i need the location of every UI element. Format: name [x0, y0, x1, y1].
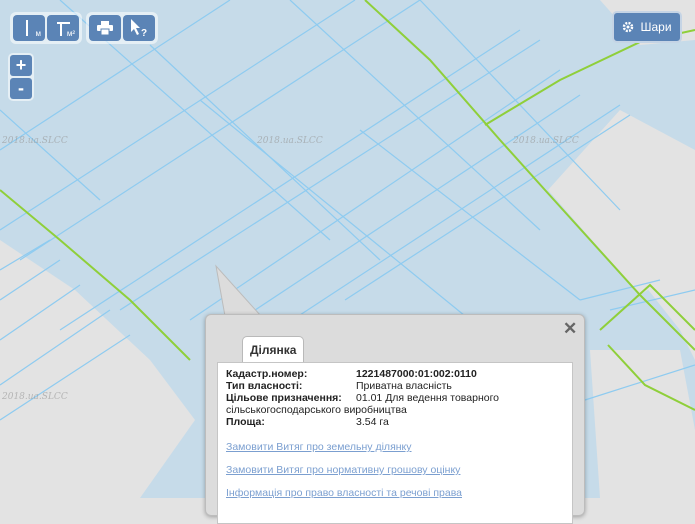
watermark: 2018.ua.SLCC — [257, 136, 323, 146]
cadastral-number: 1221487000:01:002:0110 — [356, 368, 477, 380]
measure-area-unit: м² — [66, 29, 75, 38]
printer-icon — [97, 21, 113, 35]
purpose-value-continued: сільськогосподарського виробництва — [226, 404, 407, 416]
tools-toolbar: ? — [86, 12, 158, 44]
parcel-info-panel: Кадастр.номер: 1221487000:01:002:0110 Ти… — [217, 362, 573, 524]
purpose-value: 01.01 Для ведення товарного — [356, 392, 500, 404]
close-icon[interactable]: ✕ — [563, 319, 577, 339]
parcel-popup: ✕ Ділянка Кадастр.номер: 1221487000:01:0… — [205, 314, 585, 524]
measure-area-button[interactable]: м² — [47, 15, 79, 41]
print-button[interactable] — [89, 15, 121, 41]
ownership-type: Приватна власність — [356, 380, 452, 392]
popup-pointer — [215, 264, 263, 317]
measure-length-unit: м — [35, 29, 42, 38]
watermark: 2018.ua.SLCC — [2, 392, 68, 402]
cursor-question-icon: ? — [131, 19, 147, 37]
layers-button[interactable]: Шари — [612, 11, 682, 43]
ownership-info-link[interactable]: Інформація про право власності та речові… — [226, 487, 462, 499]
unassigned-land — [590, 350, 695, 498]
zoom-control: + - — [8, 53, 34, 101]
zoom-in-button[interactable]: + — [10, 55, 32, 76]
field-label: Цільове призначення: — [226, 392, 342, 404]
svg-text:?: ? — [141, 28, 147, 37]
identify-button[interactable]: ? — [123, 15, 155, 41]
measure-length-button[interactable]: м — [13, 15, 45, 41]
watermark: 2018.ua.SLCC — [2, 136, 68, 146]
order-valuation-extract-link[interactable]: Замовити Витяг про нормативну грошову оц… — [226, 464, 460, 476]
layers-label: Шари — [640, 20, 672, 34]
measure-toolbar: м м² — [10, 12, 82, 44]
measure-length-icon — [26, 20, 28, 36]
gear-icon — [623, 21, 634, 33]
zoom-out-button[interactable]: - — [10, 78, 32, 99]
field-label: Площа: — [226, 416, 265, 428]
field-label: Тип власності: — [226, 380, 303, 392]
order-land-extract-link[interactable]: Замовити Витяг про земельну ділянку — [226, 441, 412, 453]
field-label: Кадастр.номер: — [226, 368, 308, 380]
tab-parcel[interactable]: Ділянка — [242, 336, 305, 363]
area-value: 3.54 га — [356, 416, 389, 428]
watermark: 2018.ua.SLCC — [513, 136, 579, 146]
